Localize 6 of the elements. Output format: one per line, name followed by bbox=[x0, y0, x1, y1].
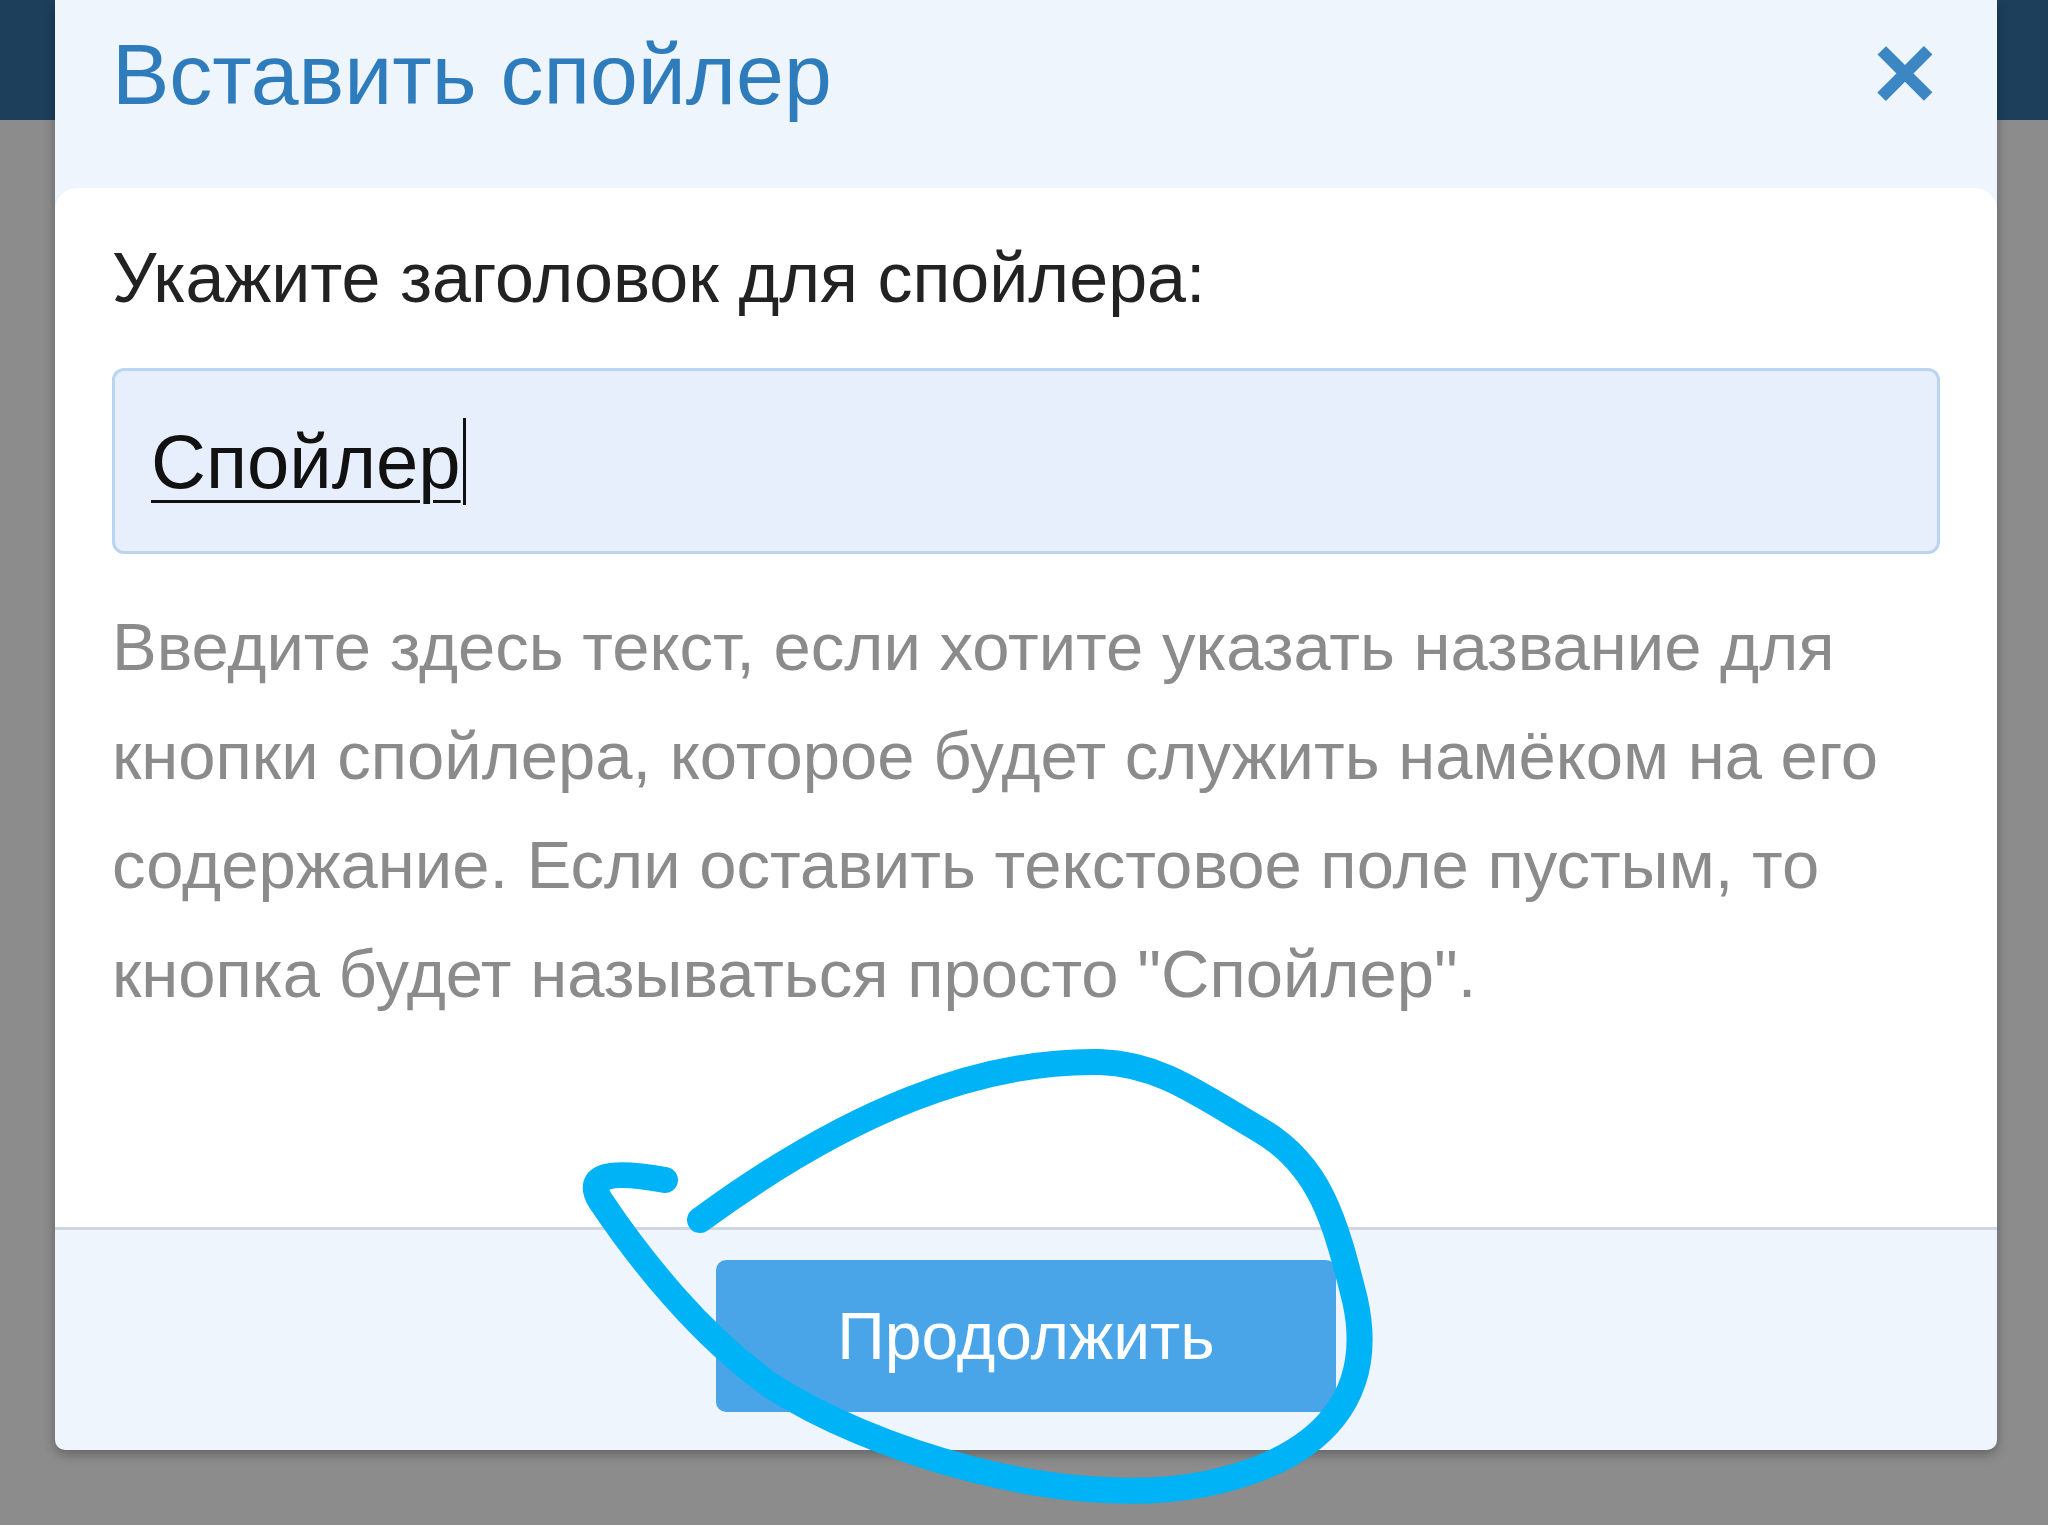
close-button[interactable]: × bbox=[1872, 16, 1937, 127]
input-field[interactable]: Спойлер bbox=[112, 368, 1940, 554]
hint-text: Введите здесь текст, если хотите указать название для кнопки спойлера, которое будет служить намёком на его содержание. Если оставить текстовое поле пустым, то кнопка будет называться просто "Спойлер". bbox=[112, 608, 1880, 1013]
continue-button[interactable]: Продолжить bbox=[716, 1260, 1336, 1412]
dialog-title: Вставить спойлер bbox=[112, 24, 832, 124]
field-label: Укажите заголовок для спойлера: bbox=[112, 238, 1206, 318]
